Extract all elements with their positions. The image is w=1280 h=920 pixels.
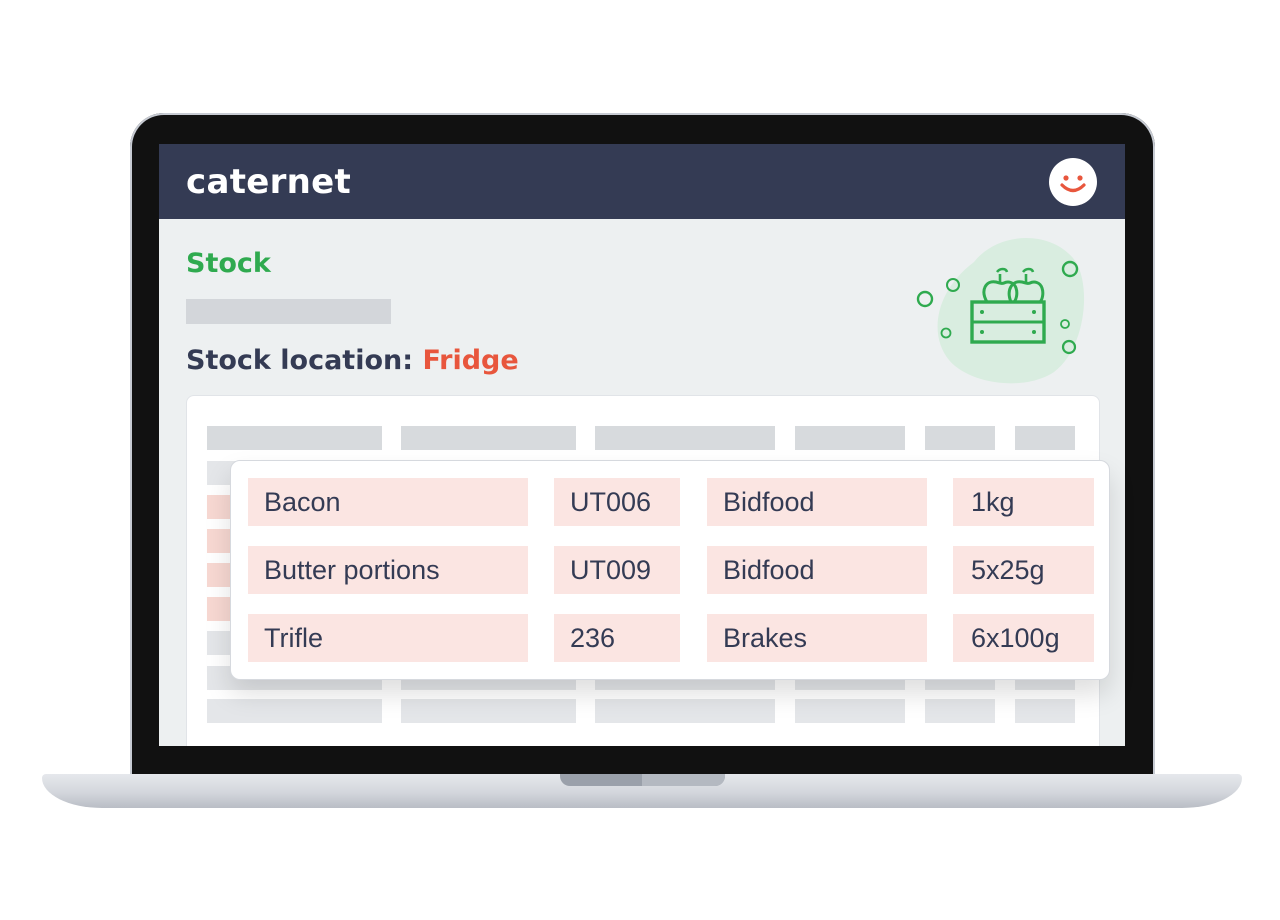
table-header-placeholder [207,426,382,450]
item-code-cell[interactable]: UT009 [554,546,680,594]
fruit-crate-icon [916,238,1085,384]
table-row-placeholder [1015,699,1075,723]
table-row-placeholder [401,699,576,723]
brand-logo[interactable]: caternet [186,162,351,202]
laptop-hinge-notch-highlight [642,774,725,786]
top-bar: caternet [159,144,1125,219]
item-name-cell[interactable]: Trifle [248,614,528,662]
page-title: Stock [186,248,271,279]
item-name-cell[interactable]: Butter portions [248,546,528,594]
table-row-placeholder [207,699,382,723]
stock-location-label: Stock location: [186,345,414,376]
item-code-cell[interactable]: UT006 [554,478,680,526]
table-header-placeholder [925,426,995,450]
item-size-cell[interactable]: 1kg [953,478,1094,526]
table-row-placeholder [595,699,775,723]
table-header-placeholder [795,426,905,450]
stock-location-value[interactable]: Fridge [422,345,518,376]
smiley-face-icon [1060,175,1086,193]
table-row-placeholder [925,699,995,723]
stock-items-popup: Bacon UT006 Bidfood 1kg Butter portions … [230,460,1110,680]
item-name-cell[interactable]: Bacon [248,478,528,526]
table-header-placeholder [1015,426,1075,450]
subtitle-placeholder [186,299,391,324]
stock-location-line: Stock location: Fridge [186,345,519,376]
item-supplier-cell[interactable]: Bidfood [707,478,927,526]
user-avatar-button[interactable] [1049,158,1097,206]
item-supplier-cell[interactable]: Bidfood [707,546,927,594]
item-size-cell[interactable]: 6x100g [953,614,1094,662]
table-header-placeholder [401,426,576,450]
table-header-placeholder [595,426,775,450]
table-row-placeholder [795,699,905,723]
item-code-cell[interactable]: 236 [554,614,680,662]
item-size-cell[interactable]: 5x25g [953,546,1094,594]
item-supplier-cell[interactable]: Brakes [707,614,927,662]
